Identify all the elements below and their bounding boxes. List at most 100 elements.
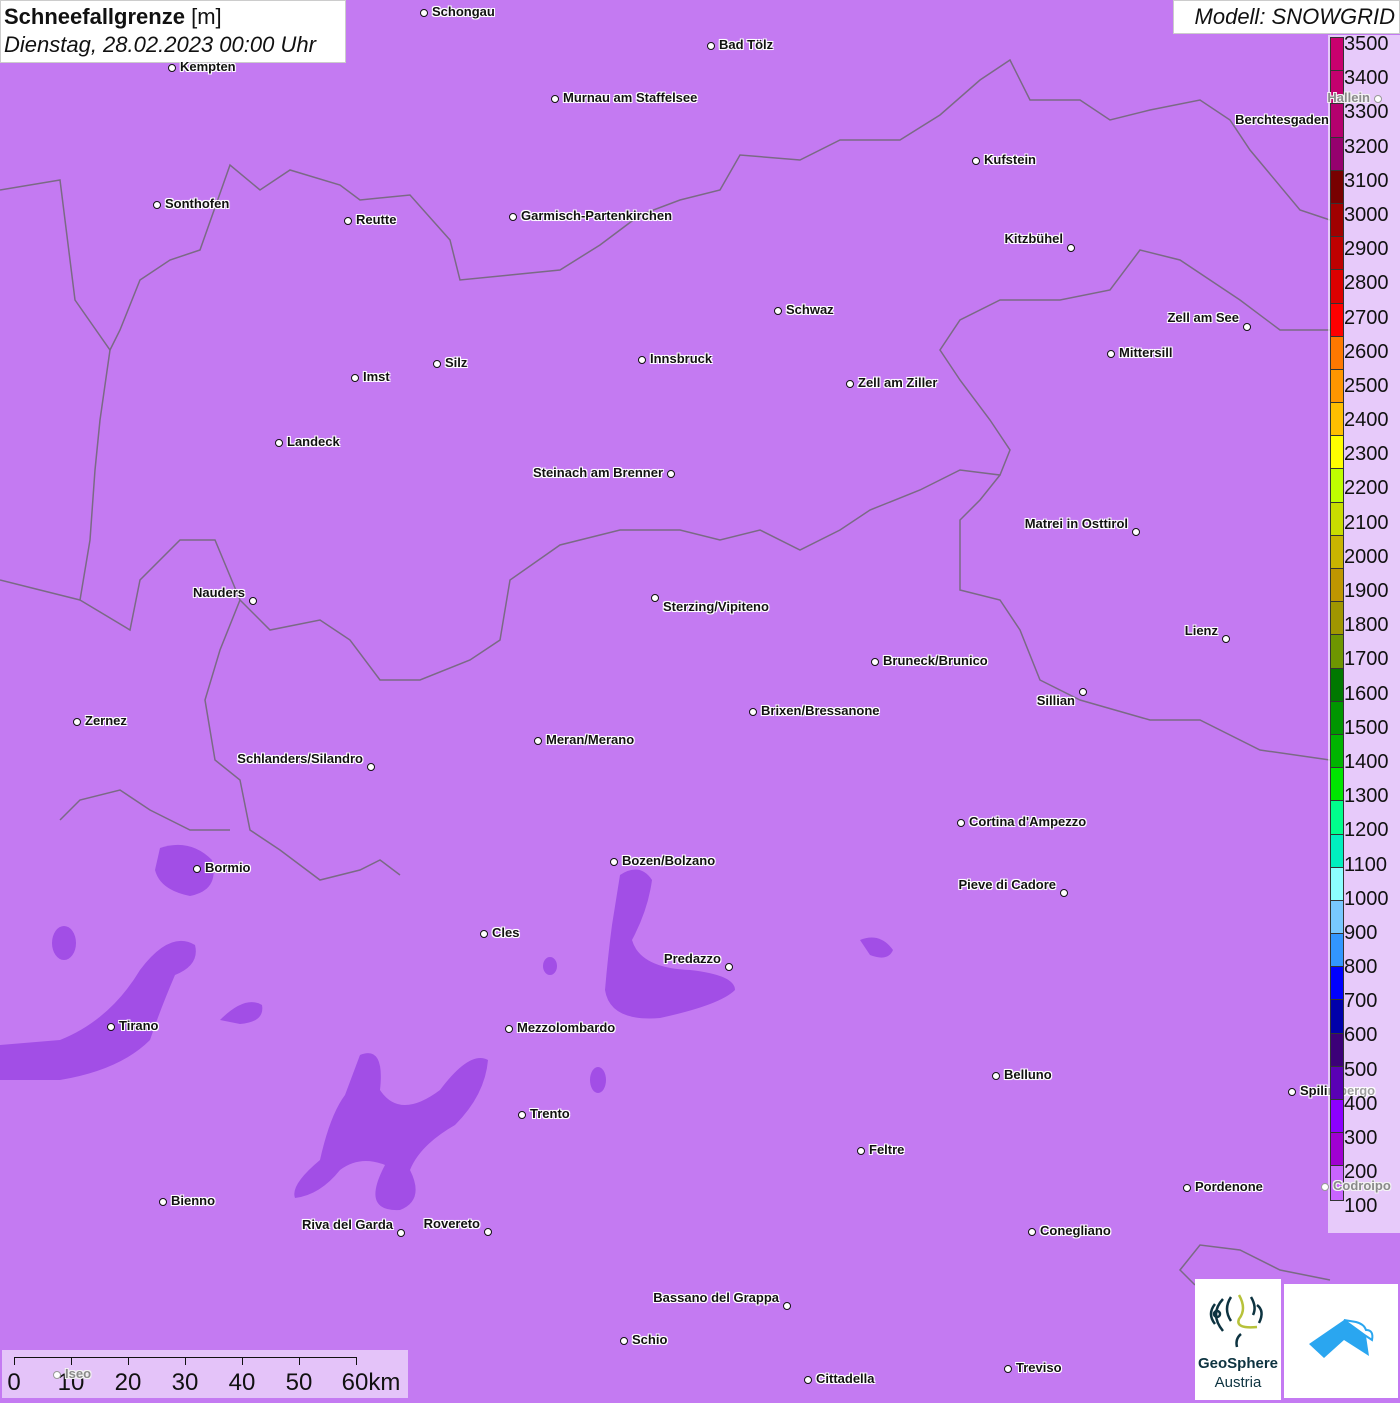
city-label: Bozen/Bolzano [622, 853, 716, 868]
city-label: Zell am Ziller [858, 375, 938, 390]
city-dot-icon [620, 1337, 628, 1345]
city-dot-icon [1028, 1228, 1036, 1236]
city-dot-icon [433, 360, 441, 368]
city-label: Berchtesgaden [1235, 112, 1329, 127]
legend-label: 1600 [1344, 682, 1389, 705]
legend-swatch [1331, 1133, 1343, 1167]
city-dot-icon [972, 157, 980, 165]
city-dot-icon [1107, 350, 1115, 358]
city-label: Bormio [205, 860, 251, 875]
city-label: Reutte [356, 212, 397, 227]
legend-swatch [1331, 834, 1343, 868]
city-label: Schwaz [786, 302, 834, 317]
legend-label: 2700 [1344, 306, 1389, 329]
legend-swatch [1331, 170, 1343, 204]
legend-label: 900 [1344, 921, 1378, 944]
city-label: Treviso [1016, 1360, 1062, 1375]
legend-label: 1700 [1344, 648, 1389, 671]
city-label: Kempten [180, 59, 236, 74]
city-dot-icon [638, 356, 646, 364]
legend-swatch [1331, 303, 1343, 337]
city-dot-icon [707, 42, 715, 50]
city-dot-icon [518, 1111, 526, 1119]
legend-label: 400 [1344, 1092, 1378, 1115]
title-box: Schneefallgrenze [m] Dienstag, 28.02.202… [0, 0, 346, 63]
scale-label: 20 [114, 1369, 142, 1396]
legend-swatch [1331, 203, 1343, 238]
city-label: Kitzbühel [1004, 231, 1064, 246]
city-dot-icon [774, 307, 782, 315]
legend-swatch [1331, 934, 1343, 968]
scale-tick [14, 1357, 15, 1365]
scale-tick [299, 1357, 300, 1365]
city-dot-icon [367, 763, 375, 771]
legend-swatch [1331, 602, 1343, 636]
legend-label: 1300 [1344, 785, 1389, 808]
legend-label: 600 [1344, 1024, 1378, 1047]
city-label: Lienz [1184, 623, 1218, 638]
city-dot-icon [480, 930, 488, 938]
city-dot-icon [53, 1371, 61, 1379]
city-dot-icon [193, 865, 201, 873]
city-dot-icon [484, 1228, 492, 1236]
city-label: Imst [363, 369, 390, 384]
legend-label: 1100 [1344, 853, 1388, 876]
city-label: Pieve di Cadore [958, 877, 1056, 892]
legend-swatch [1331, 1100, 1343, 1134]
geosphere-logo[interactable]: GeoSphere Austria [1195, 1279, 1281, 1400]
mountain-snow-logo-icon [1309, 1319, 1374, 1358]
city-label: Mezzolombardo [517, 1020, 616, 1035]
legend-label: 3300 [1344, 101, 1389, 124]
legend-labels: 3500 3400 3300 3200 3100 3000 2900 2800 2700 2600… [1344, 34, 1389, 1231]
legend-swatch [1331, 701, 1343, 735]
city-dot-icon [651, 594, 659, 602]
colorbar [1330, 37, 1344, 1201]
legend-swatch [1331, 635, 1343, 669]
legend-label: 2900 [1344, 238, 1389, 261]
legend-label: 100 [1344, 1195, 1378, 1218]
legend-swatch [1331, 436, 1343, 470]
city-label: Zernez [85, 713, 127, 728]
legend-label: 2600 [1344, 340, 1389, 363]
city-dot-icon [749, 708, 757, 716]
city-dot-icon [509, 213, 517, 221]
city-dot-icon [159, 1198, 167, 1206]
legend-swatch [1331, 668, 1343, 702]
city-label: Brixen/Bressanone [761, 703, 880, 718]
city-dot-icon [351, 374, 359, 382]
city-dot-icon [804, 1376, 812, 1384]
legend-swatch [1331, 900, 1343, 935]
city-dot-icon [957, 819, 965, 827]
city-label: Codroipo [1333, 1178, 1391, 1193]
city-label: Belluno [1004, 1067, 1052, 1082]
legend-label: 2800 [1344, 272, 1389, 295]
model-label: Modell: SNOWGRID [1173, 0, 1400, 34]
legend-swatch [1331, 801, 1343, 835]
city-dot-icon [1079, 688, 1087, 696]
city-dot-icon [153, 201, 161, 209]
legend-label: 1400 [1344, 750, 1389, 773]
city-dot-icon [551, 95, 559, 103]
city-dot-icon [420, 9, 428, 17]
legend-label: 500 [1344, 1058, 1378, 1081]
city-label: Garmisch-Partenkirchen [521, 208, 673, 223]
city-label: Schio [632, 1332, 668, 1347]
city-dot-icon [344, 217, 352, 225]
city-label: Innsbruck [650, 351, 713, 366]
city-dot-icon [783, 1302, 791, 1310]
city-label: Schlanders/Silandro [237, 751, 363, 766]
legend-label: 2000 [1344, 545, 1389, 568]
legend-label: 2400 [1344, 409, 1389, 432]
city-dot-icon [275, 439, 283, 447]
legend-swatch [1331, 768, 1343, 802]
country-borders [0, 58, 1331, 1286]
city-dot-icon [1067, 244, 1075, 252]
city-dot-icon [1222, 635, 1230, 643]
city-label: Cortina d'Ampezzo [969, 814, 1087, 829]
city-label: Sonthofen [165, 196, 230, 211]
city-label: Bruneck/Brunico [883, 653, 988, 668]
legend-swatch [1331, 237, 1343, 271]
legend-swatch [1331, 369, 1343, 404]
unit-label: [m] [191, 4, 222, 29]
snow-app-logo[interactable] [1284, 1284, 1398, 1398]
